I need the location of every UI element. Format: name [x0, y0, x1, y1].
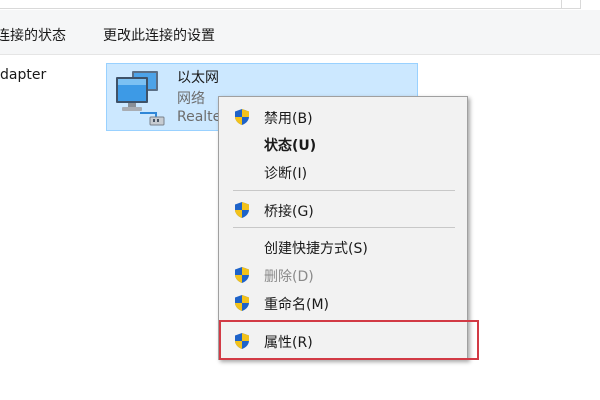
other-adapter-label[interactable]: dapter — [0, 67, 46, 83]
menu-item-status[interactable]: 状态(U) — [221, 131, 465, 157]
menu-item-create-shortcut[interactable]: 创建快捷方式(S) — [221, 234, 465, 260]
properties-highlight-box — [219, 320, 479, 360]
shield-icon — [235, 267, 249, 283]
menu-item-label: 桥接(G) — [264, 204, 314, 220]
menu-item-label: 禁用(B) — [264, 111, 313, 127]
shield-icon — [235, 295, 249, 311]
shield-icon — [235, 109, 249, 125]
menu-item-rename[interactable]: 重命名(M) — [221, 290, 465, 316]
adapter-device: Realte — [177, 109, 222, 125]
menu-item-delete[interactable]: 删除(D) — [221, 262, 465, 288]
menu-item-label: 诊断(I) — [264, 166, 308, 182]
adapter-name: 以太网 — [177, 70, 219, 86]
network-adapter-icon — [116, 71, 165, 126]
menu-item-disable[interactable]: 禁用(B) — [221, 104, 465, 130]
change-settings-command[interactable]: 更改此连接的设置 — [103, 25, 215, 45]
menu-item-label: 重命名(M) — [264, 297, 330, 313]
menu-separator — [233, 190, 455, 191]
menu-separator — [233, 227, 455, 228]
menu-item-diagnose[interactable]: 诊断(I) — [221, 159, 465, 185]
view-status-command[interactable]: 连接的状态 — [0, 25, 66, 45]
address-dropdown-button[interactable] — [561, 0, 581, 9]
menu-item-label: 创建快捷方式(S) — [264, 241, 368, 257]
adapter-network: 网络 — [177, 91, 205, 107]
address-bar-edge — [0, 0, 600, 10]
menu-item-label: 状态(U) — [264, 138, 317, 154]
menu-item-bridge[interactable]: 桥接(G) — [221, 197, 465, 223]
command-bar: 连接的状态 更改此连接的设置 — [0, 10, 600, 55]
shield-icon — [235, 202, 249, 218]
address-field[interactable] — [0, 0, 562, 9]
menu-item-label: 删除(D) — [264, 269, 314, 285]
